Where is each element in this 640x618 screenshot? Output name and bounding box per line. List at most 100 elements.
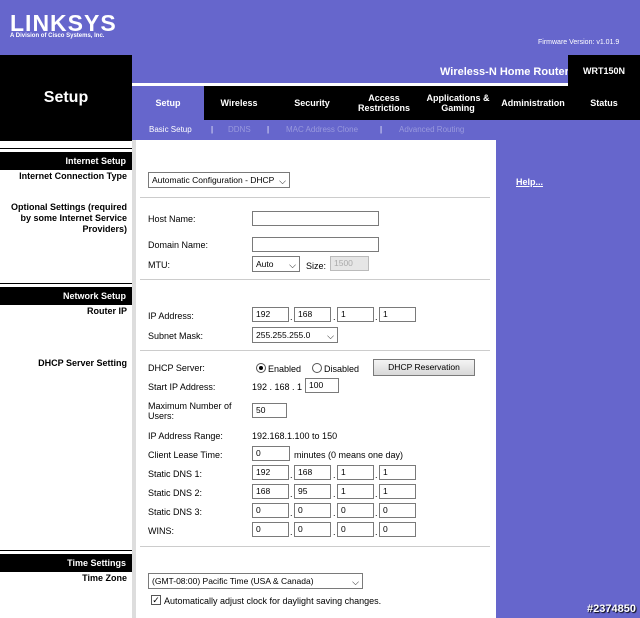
size-label: Size:	[306, 261, 327, 271]
mtu-select[interactable]: Auto ⌵	[252, 256, 300, 272]
firmware-version: Firmware Version: v1.01.9	[538, 39, 620, 46]
subtab-advanced-routing[interactable]: Advanced Routing	[399, 125, 464, 134]
wins-octet-1[interactable]: 0	[252, 522, 289, 537]
max-users-label: Maximum Number of Users:	[148, 401, 232, 421]
ip-dot: .	[375, 489, 378, 499]
ip-dot: .	[375, 312, 378, 322]
wins-octet-2[interactable]: 0	[294, 522, 331, 537]
subtab-ddns[interactable]: DDNS	[228, 125, 251, 134]
host-name-label: Host Name:	[148, 214, 196, 224]
section-divider	[0, 283, 132, 284]
dns3-octet-2[interactable]: 0	[294, 503, 331, 518]
label-time-zone: Time Zone	[82, 573, 127, 583]
ip-dot: .	[333, 312, 336, 322]
domain-name-input[interactable]	[252, 237, 379, 252]
mtu-size-input[interactable]: 1500	[330, 256, 369, 271]
dns1-octet-4[interactable]: 1	[379, 465, 416, 480]
start-ip-label: Start IP Address:	[148, 382, 216, 392]
domain-name-label: Domain Name:	[148, 240, 209, 250]
lease-time-label: Client Lease Time:	[148, 450, 223, 460]
router-ip-octet-1[interactable]: 192	[252, 307, 289, 322]
mtu-value: Auto	[256, 259, 274, 269]
router-name: Wireless-N Home Router	[440, 66, 569, 78]
dst-label: Automatically adjust clock for daylight …	[164, 596, 382, 606]
tab-security[interactable]: Security	[274, 86, 350, 120]
chevron-down-icon: ⌵	[279, 176, 286, 186]
dns3-octet-4[interactable]: 0	[379, 503, 416, 518]
watermark: #2374850	[587, 603, 636, 615]
ip-dot: .	[375, 470, 378, 480]
wins-octet-3[interactable]: 0	[337, 522, 374, 537]
dhcp-disabled-radio[interactable]	[312, 363, 322, 373]
label-dhcp-server-setting: DHCP Server Setting	[38, 358, 127, 368]
ip-dot: .	[333, 489, 336, 499]
ip-dot: .	[290, 470, 293, 480]
tab-status[interactable]: Status	[568, 86, 640, 120]
tab-administration[interactable]: Administration	[498, 86, 568, 120]
ip-dot: .	[333, 508, 336, 518]
section-internet-setup: Internet Setup	[0, 152, 132, 170]
ip-dot: .	[375, 508, 378, 518]
section-divider	[0, 550, 132, 551]
subtab-separator: |	[267, 125, 270, 134]
tab-access-restrictions[interactable]: Access Restrictions	[350, 86, 418, 120]
divider	[140, 350, 490, 351]
divider	[140, 546, 490, 547]
subnet-mask-select[interactable]: 255.255.255.0 ⌵	[252, 327, 338, 343]
dns1-octet-1[interactable]: 192	[252, 465, 289, 480]
dns2-octet-1[interactable]: 168	[252, 484, 289, 499]
dns1-label: Static DNS 1:	[148, 469, 203, 479]
label-connection-type: Internet Connection Type	[19, 171, 127, 181]
wins-label: WINS:	[148, 526, 174, 536]
chevron-down-icon: ⌵	[327, 331, 334, 341]
dns1-octet-2[interactable]: 168	[294, 465, 331, 480]
subtab-mac-clone[interactable]: MAC Address Clone	[286, 125, 358, 134]
tab-wireless[interactable]: Wireless	[204, 86, 274, 120]
ip-dot: .	[290, 527, 293, 537]
dst-checkbox[interactable]: ✓	[151, 595, 161, 605]
dns3-octet-3[interactable]: 0	[337, 503, 374, 518]
start-ip-prefix: 192 . 168 . 1 .	[252, 382, 308, 392]
dhcp-disabled-label: Disabled	[324, 364, 360, 374]
page-title: Setup	[43, 89, 89, 106]
dns2-octet-3[interactable]: 1	[337, 484, 374, 499]
time-zone-select[interactable]: (GMT-08:00) Pacific Time (USA & Canada) …	[148, 573, 363, 589]
dhcp-enabled-radio[interactable]	[256, 363, 266, 373]
logo-subtitle: A Division of Cisco Systems, Inc.	[10, 33, 105, 39]
router-ip-octet-2[interactable]: 168	[294, 307, 331, 322]
ip-range-value: 192.168.1.100 to 150	[252, 431, 338, 441]
dns2-octet-2[interactable]: 95	[294, 484, 331, 499]
ip-dot: .	[333, 527, 336, 537]
dhcp-reservation-button[interactable]: DHCP Reservation	[373, 359, 475, 376]
router-ip-octet-4[interactable]: 1	[379, 307, 416, 322]
ip-address-label: IP Address:	[148, 311, 194, 321]
tab-applications-gaming[interactable]: Applications & Gaming	[418, 86, 498, 120]
label-router-ip: Router IP	[86, 306, 127, 316]
ip-dot: .	[290, 508, 293, 518]
dns1-octet-3[interactable]: 1	[337, 465, 374, 480]
model-number: WRT150N	[582, 66, 625, 76]
start-ip-input[interactable]: 100	[305, 378, 339, 393]
max-users-input[interactable]: 50	[252, 403, 287, 418]
connection-type-select[interactable]: Automatic Configuration - DHCP ⌵	[148, 172, 290, 188]
dhcp-enabled-label: Enabled	[268, 364, 302, 374]
dns3-octet-1[interactable]: 0	[252, 503, 289, 518]
content-divider	[132, 140, 136, 618]
divider	[140, 279, 490, 280]
lease-time-input[interactable]: 0	[252, 446, 290, 461]
host-name-input[interactable]	[252, 211, 379, 226]
tab-setup[interactable]: Setup	[132, 86, 204, 120]
section-time-settings: Time Settings	[0, 554, 132, 572]
section-network-setup: Network Setup	[0, 287, 132, 305]
divider	[140, 197, 490, 198]
subtab-separator: |	[211, 125, 214, 134]
wins-octet-4[interactable]: 0	[379, 522, 416, 537]
ip-dot: .	[375, 527, 378, 537]
checkmark-icon: ✓	[152, 595, 160, 605]
subtab-separator: |	[380, 125, 383, 134]
subtab-basic-setup[interactable]: Basic Setup	[149, 125, 192, 134]
router-ip-octet-3[interactable]: 1	[337, 307, 374, 322]
help-link[interactable]: Help...	[516, 177, 543, 187]
dns2-octet-4[interactable]: 1	[379, 484, 416, 499]
subnet-mask-label: Subnet Mask:	[148, 331, 204, 341]
